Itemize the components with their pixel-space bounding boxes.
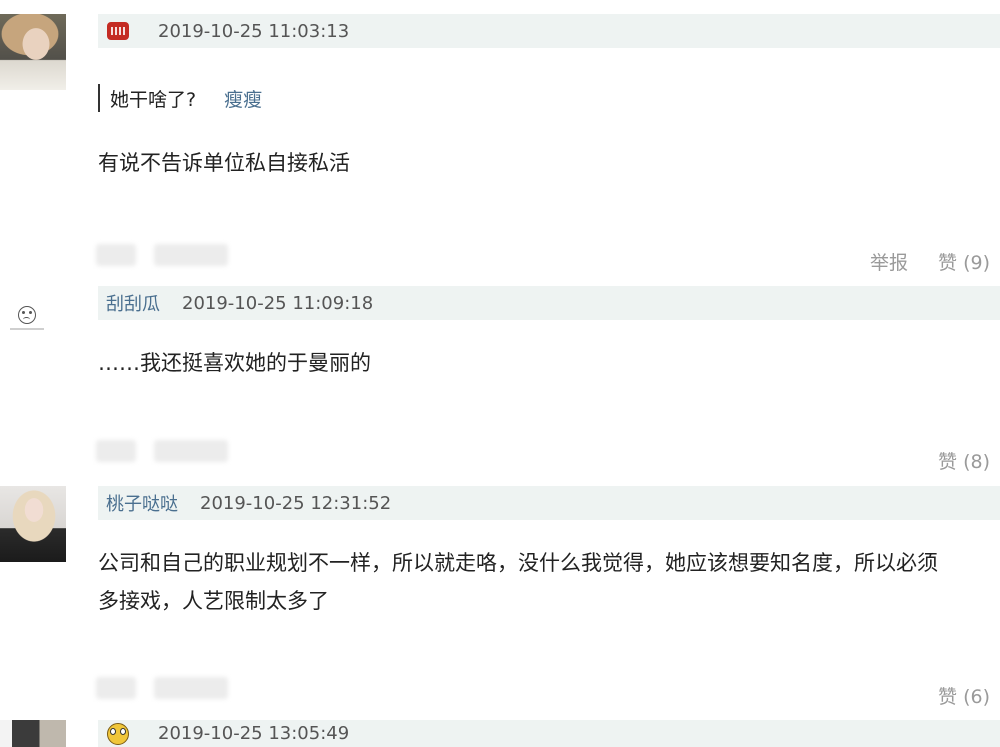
- report-button[interactable]: 举报: [870, 248, 908, 275]
- comment-actions: 赞 (8): [938, 447, 990, 474]
- sad-face-icon: [18, 306, 36, 324]
- comment-header: 2019-10-25 13:05:49: [98, 720, 1000, 747]
- quoted-reply: 她干啥了? 瘦瘦: [98, 84, 262, 112]
- comment-time: 2019-10-25 12:31:52: [200, 492, 392, 514]
- comment-username[interactable]: 刮刮瓜: [106, 290, 160, 316]
- phone-icon: [106, 20, 130, 42]
- comment-body: ……我还挺喜欢她的于曼丽的: [98, 344, 988, 382]
- comment-body: 公司和自己的职业规划不一样，所以就走咯，没什么我觉得，她应该想要知名度，所以必须…: [98, 544, 988, 620]
- comment-time: 2019-10-25 11:03:13: [158, 20, 350, 42]
- comment-item: 2019-10-25 11:03:13 她干啥了? 瘦瘦 有说不告诉单位私自接私…: [0, 0, 1000, 280]
- like-button[interactable]: 赞 (8): [938, 447, 990, 474]
- blurred-tags: [96, 440, 228, 462]
- avatar[interactable]: [0, 720, 66, 747]
- blurred-tag: [96, 440, 136, 462]
- comment-line: 多接戏，人艺限制太多了: [98, 589, 329, 613]
- blurred-tag: [154, 440, 228, 462]
- blurred-tags: [96, 677, 228, 699]
- face-icon: [106, 722, 130, 745]
- comment-header: 桃子哒哒 2019-10-25 12:31:52: [98, 486, 1000, 520]
- like-button[interactable]: 赞 (9): [938, 248, 990, 275]
- comment-actions: 赞 (6): [938, 682, 990, 709]
- comment-line: ……我还挺喜欢她的于曼丽的: [98, 351, 371, 375]
- like-button[interactable]: 赞 (6): [938, 682, 990, 709]
- comment-line: 有说不告诉单位私自接私活: [98, 151, 350, 175]
- comment-header: 2019-10-25 11:03:13: [98, 14, 1000, 48]
- quote-username[interactable]: 瘦瘦: [224, 85, 262, 112]
- blurred-tag: [154, 677, 228, 699]
- blurred-tag: [96, 677, 136, 699]
- comment-body: 有说不告诉单位私自接私活: [98, 144, 988, 182]
- comment-actions: 举报 赞 (9): [870, 248, 990, 275]
- blurred-tag: [96, 244, 136, 266]
- comment-line: 公司和自己的职业规划不一样，所以就走咯，没什么我觉得，她应该想要知名度，所以必须: [98, 551, 938, 575]
- avatar[interactable]: [10, 306, 44, 340]
- avatar[interactable]: [0, 486, 66, 562]
- comment-time: 2019-10-25 11:09:18: [182, 292, 374, 314]
- comment-username[interactable]: 桃子哒哒: [106, 490, 178, 516]
- comment-time: 2019-10-25 13:05:49: [158, 723, 350, 744]
- quote-text: 她干啥了?: [110, 88, 197, 111]
- blurred-tag: [154, 244, 228, 266]
- comment-header: 刮刮瓜 2019-10-25 11:09:18: [98, 286, 1000, 320]
- avatar[interactable]: [0, 14, 66, 90]
- blurred-tags: [96, 244, 228, 266]
